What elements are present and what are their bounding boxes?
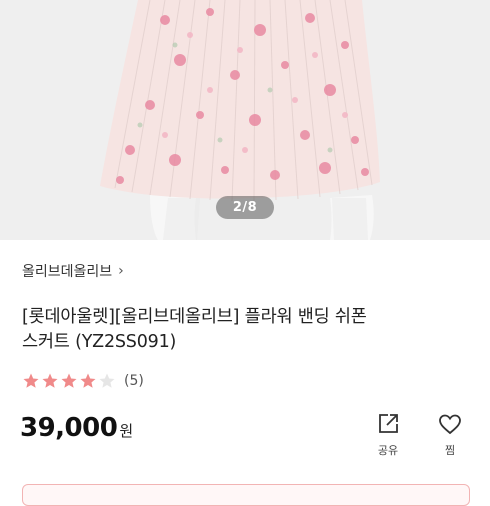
product-title-line2: 스커트 (YZ2SS091) xyxy=(22,332,177,352)
star-empty-icon xyxy=(99,373,115,388)
like-label: 찜 xyxy=(444,444,456,457)
star-rating xyxy=(22,372,116,390)
price-unit: 원 xyxy=(119,422,134,440)
price: 39,000 원 xyxy=(20,413,133,447)
gallery-page-indicator: 2/8 xyxy=(216,196,274,219)
product-title: [롯데아울렛][올리브데올리브] 플라워 밴딩 쉬폰 스커트 (YZ2SS091… xyxy=(22,305,472,355)
heart-icon xyxy=(430,410,470,438)
brand-name: 올리브데올리브 xyxy=(22,264,113,280)
star-filled-icon xyxy=(80,373,96,388)
star-filled-icon xyxy=(61,373,77,388)
rating-summary[interactable]: (5) xyxy=(22,372,144,390)
bottom-action-bar[interactable] xyxy=(22,484,470,506)
price-amount: 39,000 xyxy=(20,413,118,443)
share-label: 공유 xyxy=(377,444,399,457)
share-button[interactable]: 공유 xyxy=(368,410,408,458)
star-filled-icon xyxy=(23,373,39,388)
review-count: (5) xyxy=(124,373,144,389)
like-button[interactable]: 찜 xyxy=(430,410,470,458)
brand-link[interactable]: 올리브데올리브 › xyxy=(22,260,124,282)
product-title-line1: [롯데아울렛][올리브데올리브] 플라워 밴딩 쉬폰 xyxy=(22,307,367,327)
product-image-gallery[interactable]: 2/8 xyxy=(0,0,490,240)
star-filled-icon xyxy=(42,373,58,388)
chevron-right-icon: › xyxy=(118,263,124,279)
share-icon xyxy=(368,410,408,438)
